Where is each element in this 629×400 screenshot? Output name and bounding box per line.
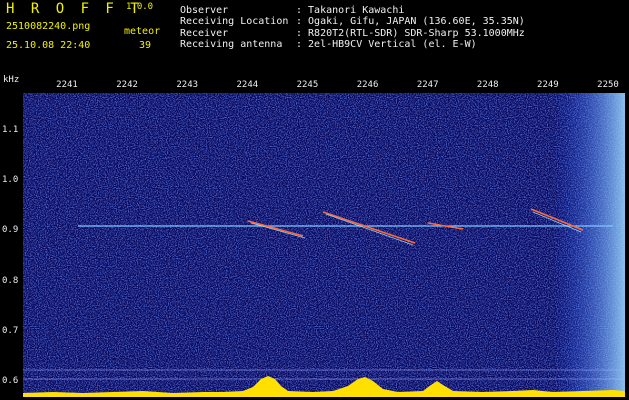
frequency-unit-label: kHz — [3, 75, 20, 85]
right-edge-glow — [553, 93, 625, 397]
antenna-value: : 2el-HB9CV Vertical (el. E-W) — [296, 39, 477, 50]
frequency-tick-label: 1.1 — [2, 125, 19, 135]
frequency-tick-label: 0.6 — [2, 376, 19, 386]
time-tick-label: 2245 — [296, 80, 319, 90]
hroft-window: H R O F F T 1.0.0 2510082240.png 25.10.0… — [0, 0, 629, 400]
time-tick-label: 2241 — [56, 80, 78, 90]
time-tick-label: 2247 — [416, 80, 439, 90]
observer-label: Observer — [180, 5, 229, 16]
app-version: 1.0.0 — [126, 2, 154, 12]
time-tick-label: 2244 — [236, 80, 259, 90]
event-count: 39 — [139, 40, 152, 51]
location-label: Receiving Location — [180, 16, 289, 27]
receiver-label: Receiver — [180, 28, 229, 39]
time-tick-label: 2248 — [476, 80, 499, 90]
capture-datetime: 25.10.08 22:40 — [6, 40, 91, 51]
time-tick-label: 2250 — [597, 80, 619, 90]
frequency-tick-label: 0.8 — [2, 275, 19, 286]
frequency-tick-label: 1.0 — [2, 175, 19, 186]
file-name: 2510082240.png — [6, 21, 91, 32]
noise-texture — [23, 93, 625, 397]
app-title: H R O F F T — [6, 1, 143, 17]
time-tick-label: 2246 — [356, 80, 379, 90]
time-tick-label: 2243 — [176, 80, 199, 90]
header-panel: H R O F F T 1.0.0 2510082240.png 25.10.0… — [0, 0, 629, 72]
receiver-value: : R820T2(RTL-SDR) SDR-Sharp 53.1000MHz — [296, 28, 525, 39]
event-type-label: meteor — [124, 26, 161, 37]
location-value: : Ogaki, Gifu, JAPAN (136.60E, 35.35N) — [296, 16, 525, 27]
frequency-tick-label: 0.7 — [2, 325, 19, 336]
observer-value: : Takanori Kawachi — [296, 5, 405, 16]
time-tick-label: 2249 — [537, 80, 559, 90]
spectrogram — [23, 93, 625, 397]
frequency-tick-label: 0.9 — [2, 225, 19, 236]
antenna-label: Receiving antenna — [180, 39, 283, 50]
time-tick-label: 2242 — [116, 80, 138, 90]
